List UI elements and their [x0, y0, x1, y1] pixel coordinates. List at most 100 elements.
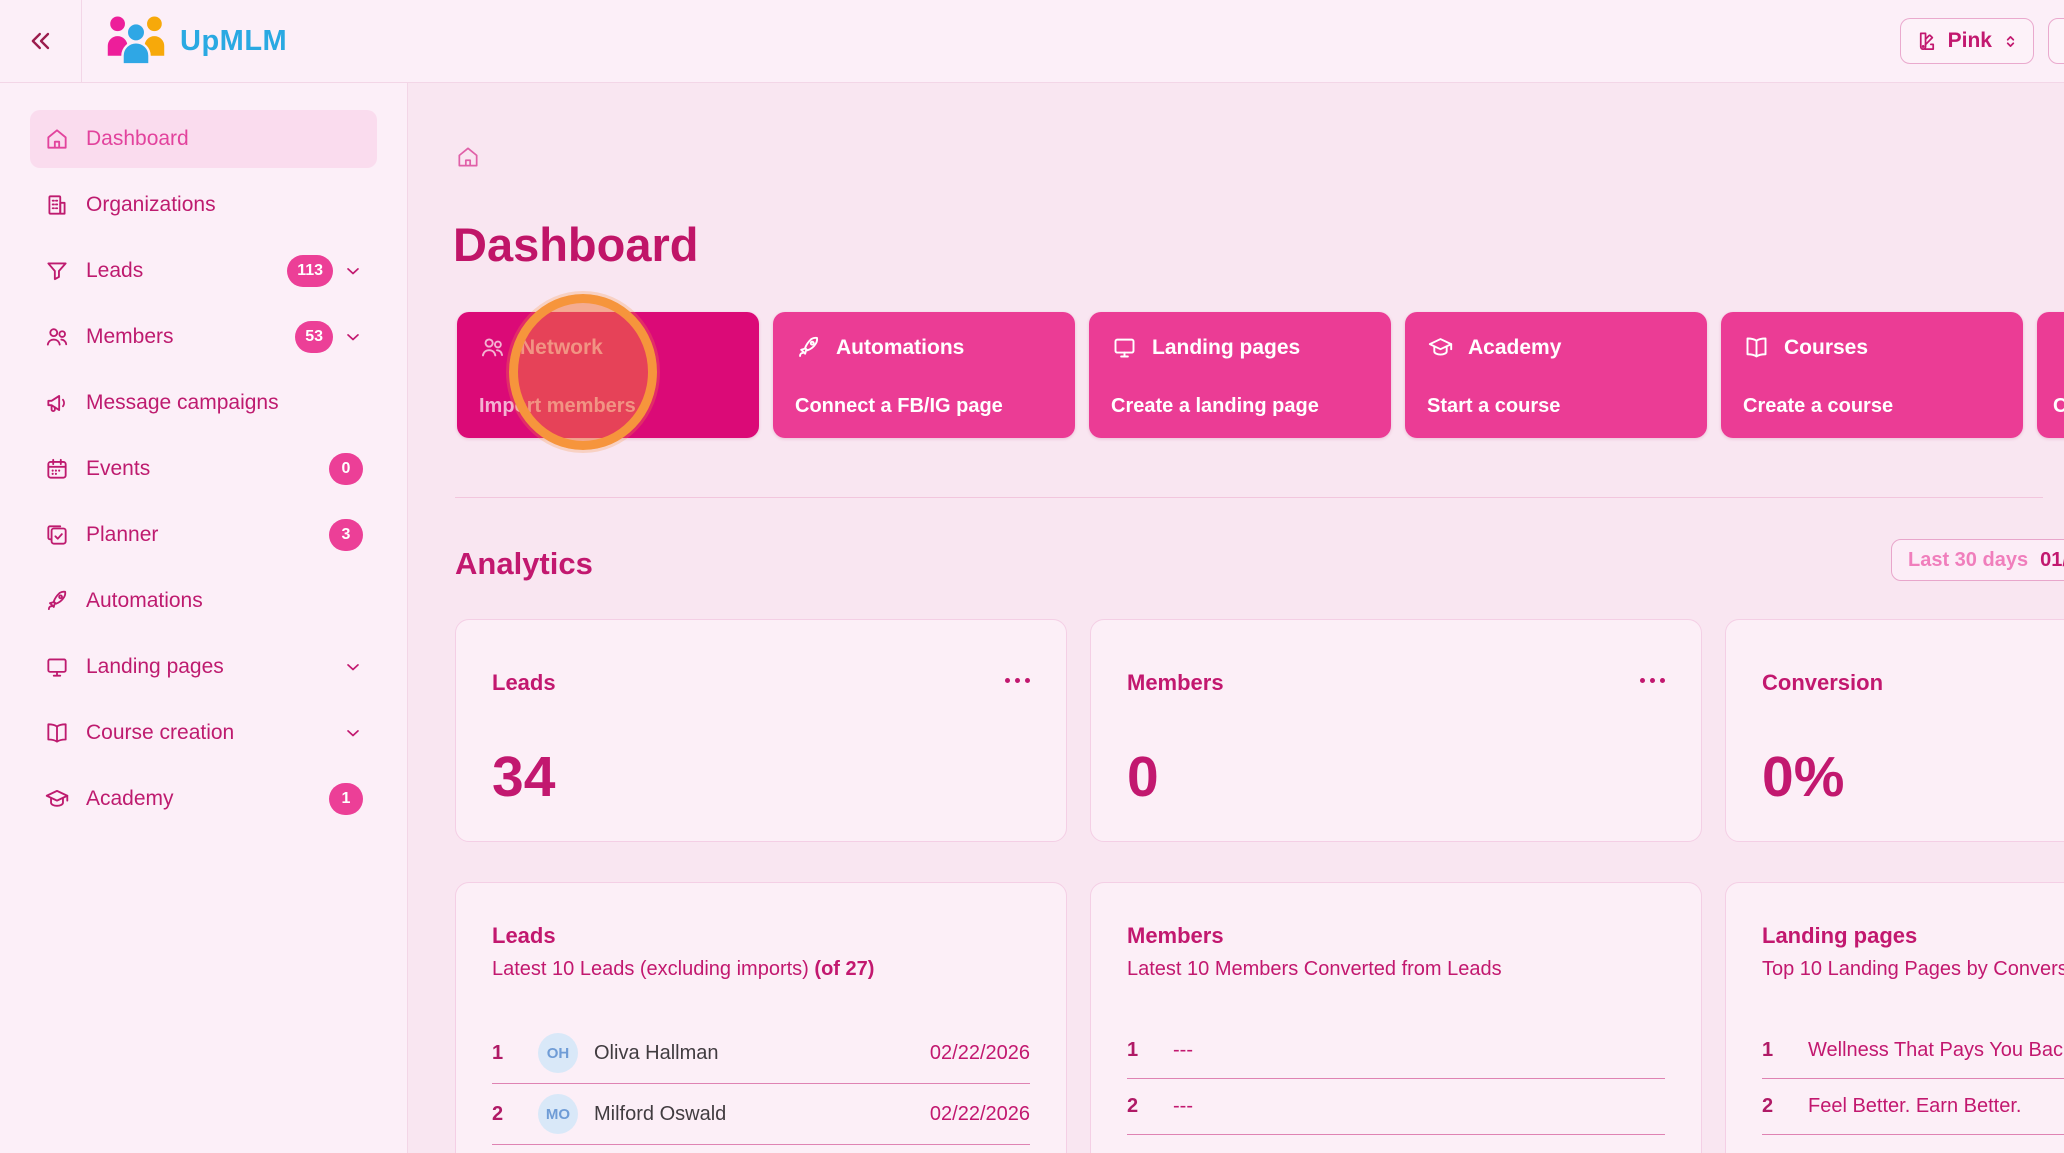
avatar: OH: [538, 1033, 578, 1073]
stat-value: 0%: [1762, 745, 1845, 809]
calendar-icon: [44, 456, 70, 482]
member-row[interactable]: 1 ---: [1127, 1023, 1665, 1079]
clipped-toolbar-button[interactable]: [2048, 18, 2064, 64]
row-number: 1: [1762, 1039, 1774, 1061]
academy-count-badge: 1: [329, 783, 363, 815]
sidebar-collapse-button[interactable]: [0, 0, 82, 82]
lead-row[interactable]: 2 MO Milford Oswald 02/22/2026: [492, 1084, 1030, 1145]
leads-count-badge: 113: [287, 255, 333, 287]
quick-actions-row: Network Import members Automations Conne…: [457, 312, 2064, 438]
quick-action-network[interactable]: Network Import members: [457, 312, 759, 438]
main-content: Dashboard Network Import members Automat…: [408, 82, 2064, 1153]
breadcrumb-home-icon[interactable]: [455, 144, 481, 170]
sidebar-item-leads[interactable]: Leads 113: [30, 242, 377, 300]
sidebar-item-dashboard[interactable]: Dashboard: [30, 110, 377, 168]
chevron-down-icon[interactable]: [343, 327, 363, 347]
quick-action-subtitle: Connect a FB/IG page: [795, 395, 1003, 417]
book-open-icon: [44, 720, 70, 746]
quick-action-title: Academy: [1468, 335, 1562, 359]
lead-date: 02/22/2026: [929, 1102, 1030, 1125]
rocket-icon: [44, 588, 70, 614]
sidebar-item-members[interactable]: Members 53: [30, 308, 377, 366]
monitor-icon: [1111, 334, 1138, 361]
lists-row: Leads Latest 10 Leads (excluding imports…: [455, 882, 2064, 1153]
sidebar-item-label: Leads: [86, 259, 144, 282]
stats-row: Leads 34 Members 0 Conversion 0%: [455, 619, 2064, 842]
list-title: Landing pages: [1762, 923, 1918, 948]
list-subtitle-count: (of 27): [814, 958, 875, 980]
sidebar-item-automations[interactable]: Automations: [30, 572, 377, 630]
events-count-badge: 0: [329, 453, 363, 485]
sidebar-item-label: Events: [86, 457, 151, 480]
sidebar-item-course-creation[interactable]: Course creation: [30, 704, 377, 762]
theme-select[interactable]: Pink: [1899, 18, 2034, 64]
avatar: MO: [538, 1094, 578, 1134]
landing-page-row[interactable]: 2 Feel Better. Earn Better.: [1762, 1079, 2064, 1135]
sidebar-item-label: Landing pages: [86, 655, 224, 678]
sidebar-item-landing-pages[interactable]: Landing pages: [30, 638, 377, 696]
app-logo[interactable]: UpMLM: [104, 0, 287, 82]
chevron-down-icon[interactable]: [343, 261, 363, 281]
sidebar-item-events[interactable]: Events 0: [30, 440, 377, 498]
sidebar-item-label: Course creation: [86, 721, 235, 744]
chevron-down-icon[interactable]: [343, 657, 363, 677]
sidebar-item-message-campaigns[interactable]: Message campaigns: [30, 374, 377, 432]
quick-action-title: Automations: [836, 335, 965, 359]
quick-action-courses[interactable]: Courses Create a course: [1721, 312, 2023, 438]
stat-card-conversion: Conversion 0%: [1725, 619, 2064, 842]
building-icon: [44, 192, 70, 218]
planner-count-badge: 3: [329, 519, 363, 551]
double-chevron-left-icon: [27, 27, 55, 55]
section-divider: [455, 497, 2043, 498]
row-number: 2: [1762, 1095, 1774, 1117]
select-updown-icon: [2002, 33, 2019, 50]
member-name: ---: [1173, 1095, 1193, 1117]
upmlm-logo-icon: [104, 14, 168, 68]
quick-action-clipped[interactable]: C: [2037, 312, 2064, 438]
sidebar-item-organizations[interactable]: Organizations: [30, 176, 377, 234]
lead-date: 02/22/2026: [929, 1041, 1030, 1064]
sidebar-item-label: Dashboard: [86, 127, 189, 150]
home-icon: [44, 126, 70, 152]
quick-action-academy[interactable]: Academy Start a course: [1405, 312, 1707, 438]
users-icon: [44, 324, 70, 350]
member-row[interactable]: 2 ---: [1127, 1079, 1665, 1135]
list-subtitle: Latest 10 Members Converted from Leads: [1127, 958, 1502, 980]
sidebar-item-label: Organizations: [86, 193, 216, 216]
leads-list-card: Leads Latest 10 Leads (excluding imports…: [455, 882, 1067, 1153]
chevron-down-icon[interactable]: [343, 723, 363, 743]
date-range-value: 01/2: [2040, 548, 2064, 571]
sidebar-item-label: Academy: [86, 787, 174, 810]
list-title: Members: [1127, 923, 1224, 948]
stat-title: Members: [1127, 670, 1224, 695]
sidebar-item-label: Planner: [86, 523, 159, 546]
quick-action-subtitle: Start a course: [1427, 395, 1561, 417]
graduation-cap-icon: [44, 786, 70, 812]
quick-action-landing-pages[interactable]: Landing pages Create a landing page: [1089, 312, 1391, 438]
list-title: Leads: [492, 923, 556, 948]
ellipsis-menu-icon[interactable]: [1005, 678, 1030, 683]
quick-action-title: Courses: [1784, 335, 1869, 359]
megaphone-icon: [44, 390, 70, 416]
row-number: 2: [492, 1102, 504, 1125]
row-number: 2: [1127, 1095, 1139, 1117]
lead-row[interactable]: 1 OH Oliva Hallman 02/22/2026: [492, 1023, 1030, 1084]
sidebar-item-planner[interactable]: Planner 3: [30, 506, 377, 564]
theme-select-value: Pink: [1947, 29, 1992, 52]
list-subtitle: Latest 10 Leads (excluding imports) (of …: [492, 958, 875, 980]
palette-icon: [1915, 30, 1938, 53]
funnel-icon: [44, 258, 70, 284]
stat-title: Leads: [492, 670, 556, 695]
quick-action-automations[interactable]: Automations Connect a FB/IG page: [773, 312, 1075, 438]
page-title: Dashboard: [453, 218, 699, 272]
stat-title: Conversion: [1762, 670, 1884, 695]
quick-action-title: Network: [520, 335, 603, 359]
landing-page-name: Feel Better. Earn Better.: [1808, 1095, 2022, 1117]
quick-action-subtitle: Create a landing page: [1111, 395, 1319, 417]
landing-page-row[interactable]: 1 Wellness That Pays You Back: [1762, 1023, 2064, 1079]
member-name: ---: [1173, 1039, 1193, 1061]
date-range-select[interactable]: Last 30 days 01/2: [1891, 539, 2064, 581]
analytics-heading: Analytics: [455, 545, 593, 581]
ellipsis-menu-icon[interactable]: [1640, 678, 1665, 683]
sidebar-item-academy[interactable]: Academy 1: [30, 770, 377, 828]
